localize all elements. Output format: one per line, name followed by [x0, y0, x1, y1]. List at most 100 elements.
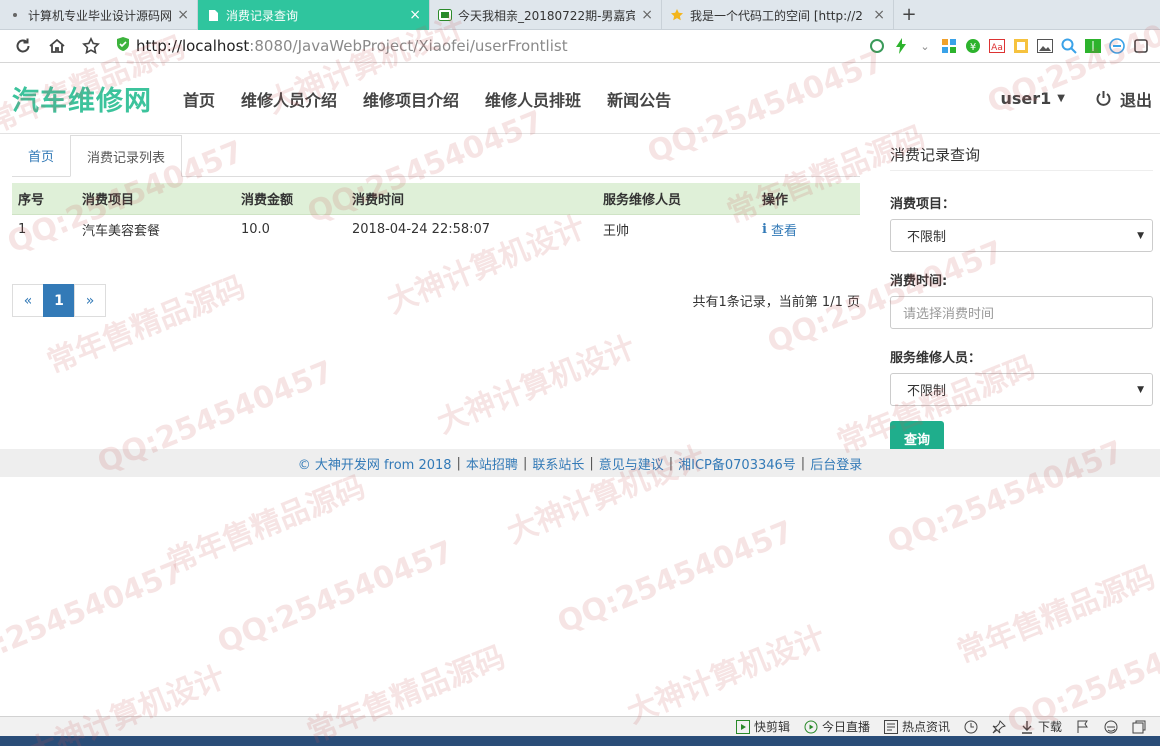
- url-path: :8080/JavaWebProject/Xiaofei/userFrontli…: [249, 37, 568, 55]
- view-label: 查看: [770, 223, 797, 239]
- watermark-text: 大神计算机设计: [432, 329, 641, 441]
- apps-grid-icon[interactable]: [940, 37, 958, 55]
- header-staff: 服务维修人员: [597, 183, 756, 215]
- user-menu[interactable]: user1 ▼: [1000, 89, 1065, 108]
- watermark-text: QQ:254540457: [212, 534, 459, 661]
- breadcrumb-current: 消费记录列表: [70, 135, 183, 177]
- nav-repair-items[interactable]: 维修项目介绍: [363, 87, 459, 111]
- tab-close-icon[interactable]: ×: [177, 7, 189, 23]
- header-index: 序号: [12, 183, 76, 215]
- cell-item: 汽车美容套餐: [82, 223, 161, 239]
- browser-e-icon: [1104, 720, 1118, 733]
- sidebar-title: 消费记录查询: [890, 135, 1153, 171]
- footer-separator: |: [522, 455, 528, 471]
- prev-page-button[interactable]: «: [12, 284, 44, 317]
- tab-close-icon[interactable]: ×: [641, 7, 653, 23]
- book-icon[interactable]: [1084, 37, 1102, 55]
- tab-title: 消费记录查询: [226, 8, 299, 23]
- staff-filter-select[interactable]: 不限制 ▼: [890, 373, 1153, 406]
- play-icon: [804, 720, 818, 733]
- footer-link-jobs[interactable]: 本站招聘: [466, 454, 518, 473]
- nav-news[interactable]: 新闻公告: [607, 87, 671, 111]
- new-tab-button[interactable]: +: [894, 0, 924, 29]
- nav-home[interactable]: 首页: [183, 87, 215, 111]
- site-header: 汽车维修网 首页 维修人员介绍 维修项目介绍 维修人员排班 新闻公告 user1…: [0, 64, 1160, 134]
- browser-extensions: ⌄ ¥ Aa: [868, 37, 1160, 55]
- star-favicon-icon: [670, 8, 684, 22]
- browser-tab-3[interactable]: 今天我相亲_20180722期-男嘉宾 ×: [430, 0, 662, 30]
- home-button[interactable]: [42, 31, 72, 61]
- site-logo[interactable]: 汽车维修网: [12, 79, 152, 118]
- record-summary: 共有1条记录，当前第 1/1 页: [692, 295, 860, 310]
- records-panel: 首页 消费记录列表 序号 消费项目 消费金额 消费时间 服务维修人员 操作 1 …: [12, 135, 860, 317]
- clip-icon: [735, 719, 750, 734]
- next-page-button[interactable]: »: [74, 284, 106, 317]
- footer-link-icp[interactable]: 湘ICP备0703346号: [678, 454, 796, 473]
- status-history[interactable]: [964, 720, 978, 734]
- minus-circle-icon[interactable]: [1108, 37, 1126, 55]
- records-table: 序号 消费项目 消费金额 消费时间 服务维修人员 操作 1 汽车美容套餐 10.…: [12, 183, 860, 244]
- status-flag[interactable]: [1076, 720, 1090, 734]
- chevron-down-icon[interactable]: ⌄: [916, 37, 934, 55]
- browser-toolbar: http://localhost :8080/JavaWebProject/Xi…: [0, 30, 1160, 63]
- svg-text:¥: ¥: [970, 42, 976, 53]
- magnifier-icon[interactable]: [1060, 37, 1078, 55]
- status-download[interactable]: 下载: [1020, 718, 1062, 735]
- window-icon[interactable]: [1132, 37, 1150, 55]
- site-footer: © 大神开发网 from 2018 | 本站招聘 | 联系站长 | 意见与建议 …: [0, 449, 1160, 477]
- nav-staff-schedule[interactable]: 维修人员排班: [485, 87, 581, 111]
- news-icon: [883, 719, 898, 734]
- header-amount: 消费金额: [235, 183, 346, 215]
- reload-button[interactable]: [8, 31, 38, 61]
- item-filter-select[interactable]: 不限制 ▼: [890, 219, 1153, 252]
- browser-tab-2[interactable]: 消费记录查询 ×: [198, 0, 430, 30]
- flag-icon: [1077, 720, 1088, 733]
- info-icon: i: [762, 221, 767, 237]
- address-bar[interactable]: http://localhost :8080/JavaWebProject/Xi…: [116, 33, 726, 59]
- status-hot-news[interactable]: 热点资讯: [883, 718, 950, 735]
- logout-label: 退出: [1119, 90, 1152, 110]
- watermark-text: 常年售精品源码: [162, 469, 371, 581]
- item-filter-value: 不限制: [907, 230, 947, 245]
- footer-copyright[interactable]: © 大神开发网 from 2018: [298, 454, 452, 473]
- page-1-button[interactable]: 1: [43, 284, 75, 317]
- status-live[interactable]: 今日直播: [804, 718, 870, 735]
- download-icon: [1021, 720, 1032, 734]
- tab-close-icon[interactable]: ×: [873, 7, 885, 23]
- status-window[interactable]: [1132, 720, 1146, 734]
- status-ie[interactable]: [1104, 720, 1118, 734]
- tab-title: 计算机专业毕业设计源码网: [28, 8, 172, 23]
- footer-link-admin[interactable]: 后台登录: [810, 454, 862, 473]
- reload-icon: [16, 38, 30, 53]
- breadcrumb-home[interactable]: 首页: [12, 135, 70, 176]
- browser-tab-1[interactable]: 计算机专业毕业设计源码网 ×: [0, 0, 198, 30]
- logout-button[interactable]: 退出: [1095, 87, 1152, 111]
- power-icon: [1096, 91, 1111, 106]
- browser-tab-4[interactable]: 我是一个代码工的空间 [http://2 ×: [662, 0, 894, 30]
- tab-title: 我是一个代码工的空间 [http://2: [690, 8, 863, 23]
- status-pin[interactable]: [992, 719, 1006, 734]
- pagination-row: « 1 » 共有1条记录，当前第 1/1 页: [12, 284, 860, 317]
- footer-link-contact[interactable]: 联系站长: [532, 454, 584, 473]
- view-link[interactable]: i 查看: [762, 220, 797, 239]
- nav-staff-intro[interactable]: 维修人员介绍: [241, 87, 337, 111]
- time-filter-input[interactable]: 请选择消费时间: [890, 296, 1153, 329]
- main-nav: 首页 维修人员介绍 维修项目介绍 维修人员排班 新闻公告: [170, 87, 684, 111]
- caret-down-icon: ▼: [1057, 93, 1065, 104]
- translate-icon[interactable]: Aa: [988, 37, 1006, 55]
- bookmark-button[interactable]: [76, 31, 106, 61]
- image-icon[interactable]: [1036, 37, 1054, 55]
- table-header-row: 序号 消费项目 消费金额 消费时间 服务维修人员 操作: [12, 183, 860, 215]
- lightning-icon[interactable]: [892, 37, 910, 55]
- page-favicon-icon: [206, 8, 220, 22]
- status-quick-clip[interactable]: 快剪辑: [735, 718, 790, 735]
- tab-close-icon[interactable]: ×: [409, 7, 421, 23]
- pagination: « 1 »: [12, 284, 106, 317]
- footer-link-feedback[interactable]: 意见与建议: [599, 454, 664, 473]
- money-icon[interactable]: ¥: [964, 37, 982, 55]
- breadcrumb: 首页 消费记录列表: [12, 135, 860, 177]
- screenshot-icon[interactable]: [1012, 37, 1030, 55]
- extension-icon[interactable]: [868, 37, 886, 55]
- svg-text:Aa: Aa: [991, 43, 1003, 53]
- item-filter-label: 消费项目：: [890, 197, 956, 212]
